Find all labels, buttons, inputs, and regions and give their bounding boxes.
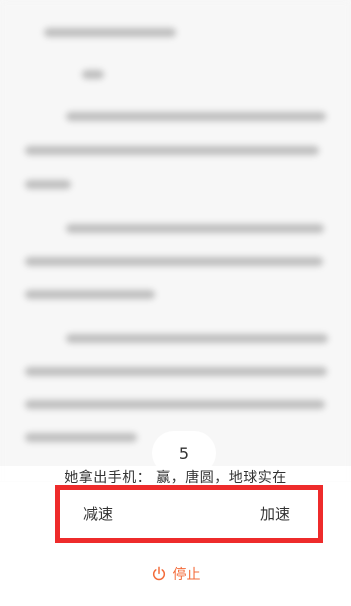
speed-value-text: 5 [178,443,190,463]
speed-up-button[interactable]: 加速 [247,496,303,530]
stop-button[interactable]: 停止 [0,560,351,588]
sentence-text: 她拿出手机： 赢，唐圆，地球实在 [64,470,287,486]
power-icon [152,566,165,581]
stop-label: 停止 [172,567,201,583]
slow-down-button[interactable]: 减速 [70,496,126,530]
reader-screen: 5 她拿出手机： 赢，唐圆，地球实在 减速 加速 停止 [0,0,351,606]
slow-down-label: 减速 [82,504,113,523]
speed-up-label: 加速 [259,504,290,523]
